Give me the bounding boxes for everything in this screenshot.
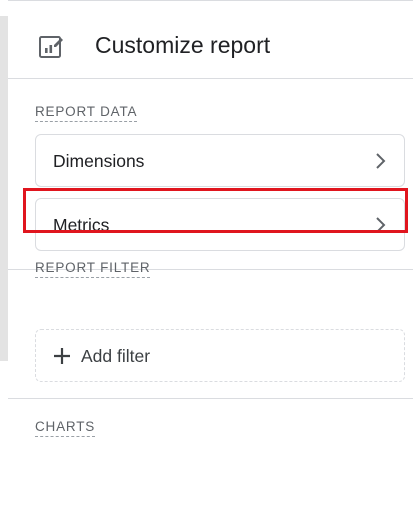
add-filter-button[interactable]: Add filter: [35, 329, 405, 382]
scrollbar[interactable]: [0, 16, 8, 361]
page-title: Customize report: [95, 32, 271, 58]
section-label-charts: CHARTS: [35, 419, 96, 437]
dimensions-label: Dimensions: [53, 151, 145, 171]
dimensions-row[interactable]: Dimensions: [35, 134, 405, 187]
section-divider: [8, 398, 413, 399]
page: Customize report REPORT DATA Dimensions …: [0, 0, 413, 522]
metrics-row[interactable]: Metrics: [35, 198, 405, 251]
panel-header: Customize report: [8, 13, 413, 79]
customize-report-panel: Customize report REPORT DATA Dimensions …: [8, 0, 413, 458]
chevron-right-icon: [375, 152, 387, 170]
section-label-report-filter: REPORT FILTER: [35, 260, 151, 278]
add-filter-label: Add filter: [81, 346, 151, 366]
metrics-label: Metrics: [53, 215, 110, 235]
section-label-report-data: REPORT DATA: [35, 104, 138, 122]
plus-icon: [53, 347, 71, 365]
chart-edit-icon: [38, 33, 64, 59]
chevron-right-icon: [375, 216, 387, 234]
